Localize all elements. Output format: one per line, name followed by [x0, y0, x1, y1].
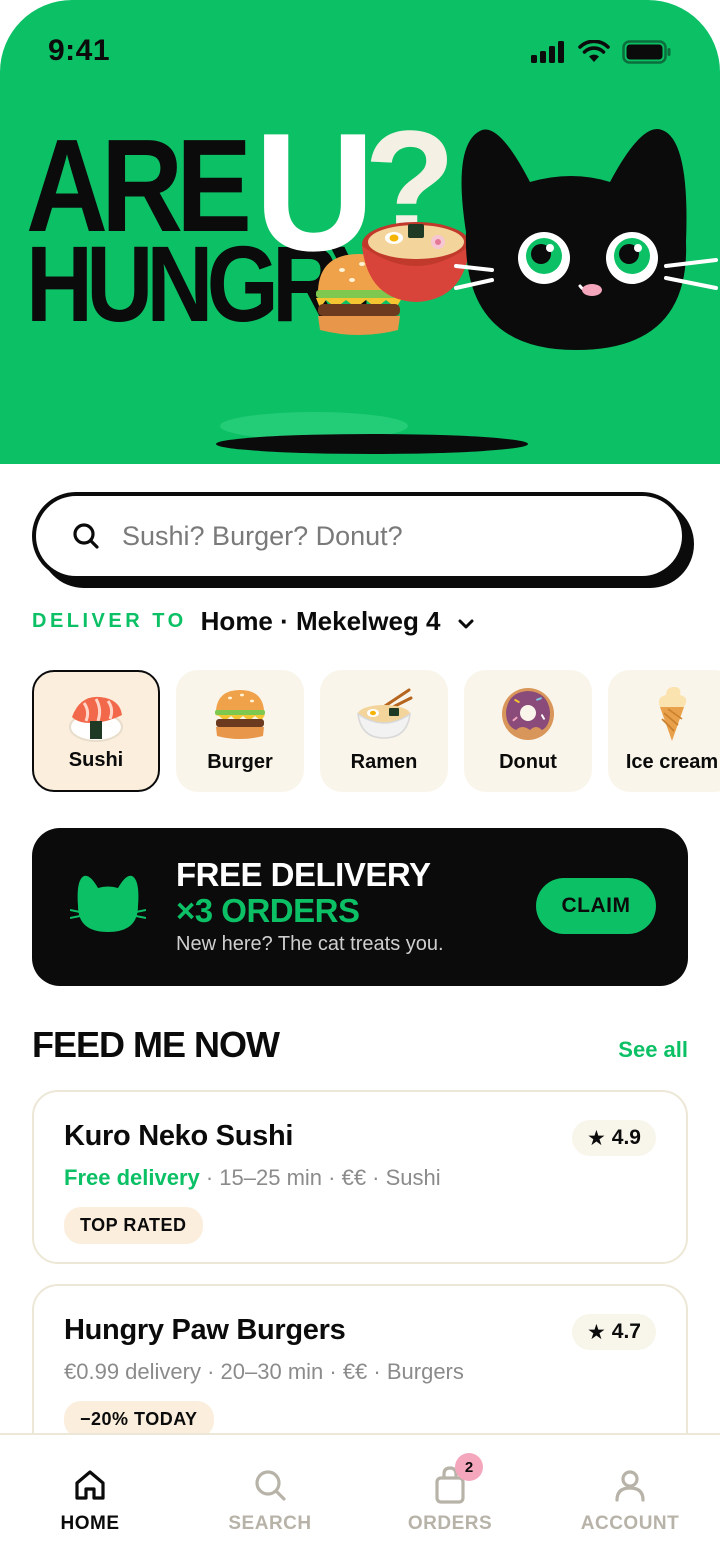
black-cat-illustration — [454, 129, 718, 350]
home-icon — [73, 1467, 107, 1503]
promo-title: FREE DELIVERY — [176, 856, 431, 893]
chevron-down-icon[interactable] — [457, 618, 475, 630]
category-ramen[interactable]: Ramen — [320, 670, 448, 792]
tab-account[interactable]: ACCOUNT — [540, 1435, 720, 1560]
restaurant-details: · 15–25 min · €€ · Sushi — [199, 1165, 441, 1190]
category-label: Donut — [499, 751, 557, 773]
ramen-icon — [353, 684, 415, 744]
restaurant-card[interactable]: Kuro Neko Sushi ★ 4.9 Free delivery · 15… — [32, 1090, 688, 1264]
restaurant-details: · 20–30 min · €€ · Burgers — [200, 1359, 464, 1384]
delivery-fee: Free delivery — [64, 1165, 200, 1190]
category-sushi[interactable]: Sushi — [32, 670, 160, 792]
cat-icon — [70, 875, 146, 932]
category-donut[interactable]: Donut — [464, 670, 592, 792]
user-icon — [613, 1467, 647, 1503]
category-burger[interactable]: Burger — [176, 670, 304, 792]
delivery-address[interactable]: Home · Mekelweg 4 — [201, 606, 441, 637]
burger-icon — [209, 684, 271, 744]
sushi-icon — [65, 686, 127, 746]
free-delivery-promo: FREE DELIVERY ×3 ORDERS New here? The ca… — [32, 828, 688, 986]
orders-badge: 2 — [455, 1453, 483, 1481]
bottom-tab-bar: HOME SEARCH 2 ORDERS ACCOUNT — [0, 1433, 720, 1560]
tab-label: ACCOUNT — [580, 1513, 680, 1534]
category-label: Ramen — [350, 751, 418, 773]
category-label: Burger — [207, 751, 273, 773]
category-label: Ice cream — [625, 751, 719, 773]
star-icon: ★ — [586, 1126, 606, 1150]
hero-platform — [216, 412, 528, 454]
tab-label: SEARCH — [228, 1513, 312, 1534]
rating-value: 4.9 — [611, 1126, 641, 1149]
tab-search[interactable]: SEARCH — [180, 1435, 360, 1560]
category-list: Sushi Burger Ramen Donut Ice cream — [32, 670, 720, 792]
see-all-link[interactable]: See all — [618, 1037, 688, 1063]
tab-label: ORDERS — [407, 1513, 493, 1534]
search-input[interactable] — [122, 520, 602, 552]
restaurant-name: Kuro Neko Sushi — [64, 1120, 294, 1152]
ice-cream-icon — [641, 684, 703, 744]
category-label: Sushi — [68, 749, 124, 771]
deliver-to-label: DELIVER TO — [32, 610, 187, 632]
section-title: FEED ME NOW — [32, 1024, 280, 1065]
search-bar[interactable] — [32, 492, 686, 580]
hero-banner: 9:41 ARE HUNGRY U ? — [0, 0, 720, 464]
restaurant-card[interactable]: Hungry Paw Burgers ★ 4.7 €0.99 delivery … — [32, 1284, 688, 1458]
tab-label: HOME — [60, 1513, 120, 1534]
tab-home[interactable]: HOME — [0, 1435, 180, 1560]
delivery-fee: €0.99 delivery — [64, 1359, 201, 1384]
rating-badge: ★ 4.7 — [571, 1314, 656, 1350]
promo-title-highlight: ×3 ORDERS — [176, 892, 360, 929]
claim-button[interactable]: CLAIM — [536, 878, 656, 934]
rating-value: 4.7 — [611, 1320, 641, 1343]
restaurant-meta: Free delivery · 15–25 min · €€ · Sushi — [64, 1165, 656, 1191]
shopping-bag-icon: 2 — [433, 1453, 483, 1504]
search-icon — [253, 1467, 287, 1503]
tab-orders[interactable]: 2 ORDERS — [360, 1435, 540, 1560]
restaurant-tag: TOP RATED — [64, 1207, 203, 1244]
donut-icon — [497, 684, 559, 744]
restaurant-meta: €0.99 delivery · 20–30 min · €€ · Burger… — [64, 1359, 656, 1385]
restaurant-name: Hungry Paw Burgers — [64, 1314, 346, 1346]
search-icon — [73, 523, 99, 549]
promo-subtitle: New here? The cat treats you. — [176, 933, 444, 955]
rating-badge: ★ 4.9 — [571, 1120, 656, 1156]
category-ice-cream[interactable]: Ice cream — [608, 670, 720, 792]
star-icon: ★ — [586, 1320, 606, 1344]
delivery-address-selector[interactable]: DELIVER TO Home · Mekelweg 4 — [32, 606, 475, 637]
hero-illustration: ARE HUNGRY U ? — [0, 0, 720, 464]
